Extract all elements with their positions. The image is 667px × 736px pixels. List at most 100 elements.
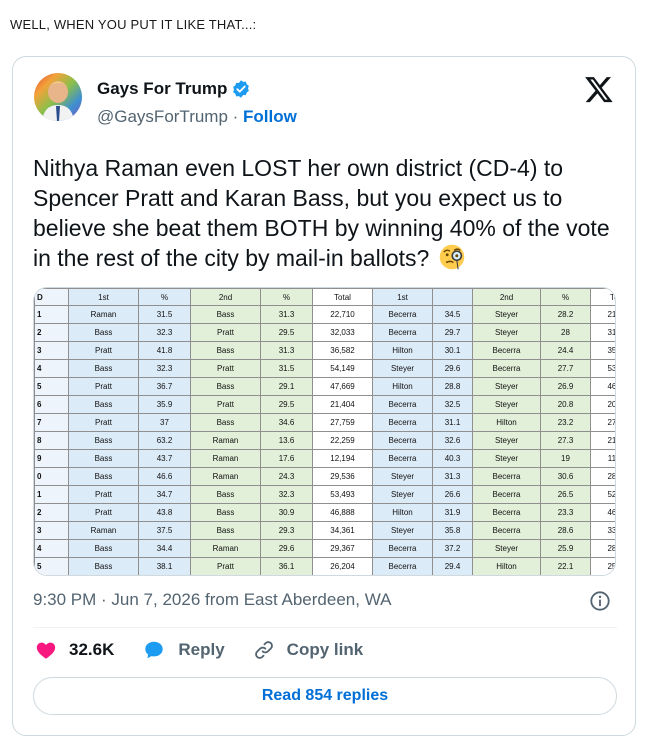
- table-cell: Steyer: [472, 377, 541, 396]
- table-cell: Bass: [68, 449, 139, 468]
- table-header-cell: 2nd: [190, 288, 261, 306]
- table-row: 9 Bass 43.7 Raman 17.6 12,194 Becerra 40.3 Steye…: [34, 449, 615, 468]
- author-name-row[interactable]: Gays For Trump: [97, 79, 251, 99]
- table-cell: Becerra: [372, 557, 433, 575]
- table-cell: 30.9: [260, 503, 313, 522]
- table-cell: Steyer: [472, 539, 541, 558]
- table-cell: Hilton: [472, 557, 541, 575]
- table-cell: 11,59: [590, 449, 615, 468]
- table-cell: 25,67: [590, 557, 615, 575]
- table-cell: Becerra: [472, 359, 541, 378]
- reply-button[interactable]: Reply: [142, 639, 225, 661]
- table-cell: Becerra: [372, 305, 433, 324]
- table-cell: 36.1: [260, 557, 313, 575]
- table-cell: Becerra: [472, 467, 541, 486]
- table-cell: 26.5: [540, 485, 591, 504]
- embedded-tweet-card[interactable]: Gays For Trump @GaysForTrump · Follow Ni…: [12, 56, 636, 736]
- divider: [33, 627, 617, 628]
- table-cell: Raman: [68, 305, 139, 324]
- table-cell: 53,493: [312, 485, 373, 504]
- table-cell: 2: [34, 503, 69, 522]
- table-cell: Bass: [190, 503, 261, 522]
- table-cell: 27,759: [312, 413, 373, 432]
- table-cell: 54,149: [312, 359, 373, 378]
- table-header-cell: 2nd: [472, 288, 541, 306]
- table-cell: Raman: [190, 467, 261, 486]
- table-cell: Raman: [68, 521, 139, 540]
- table-cell: 38.1: [138, 557, 191, 575]
- table-cell: 27.7: [540, 359, 591, 378]
- table-cell: 17.6: [260, 449, 313, 468]
- table-cell: Steyer: [372, 359, 433, 378]
- table-cell: 29.5: [260, 323, 313, 342]
- copy-link-button[interactable]: Copy link: [253, 639, 363, 661]
- read-replies-button[interactable]: Read 854 replies: [33, 677, 617, 715]
- table-row: 6 Bass 35.9 Pratt 29.5 21,404 Becerra 32.5 Steye…: [34, 395, 615, 414]
- table-cell: 29.3: [260, 521, 313, 540]
- table-cell: 29,367: [312, 539, 373, 558]
- table-cell: 20,87: [590, 395, 615, 414]
- table-cell: Hilton: [372, 503, 433, 522]
- table-cell: Hilton: [472, 413, 541, 432]
- follow-button[interactable]: Follow: [243, 107, 297, 126]
- table-cell: Bass: [68, 323, 139, 342]
- like-button[interactable]: 32.6K: [35, 639, 114, 661]
- table-cell: Becerra: [372, 323, 433, 342]
- table-cell: 35.9: [138, 395, 191, 414]
- table-cell: 23.3: [540, 503, 591, 522]
- table-cell: 37.5: [138, 521, 191, 540]
- table-cell: 46.6: [138, 467, 191, 486]
- table-cell: 22,710: [312, 305, 373, 324]
- avatar[interactable]: [34, 73, 82, 121]
- table-cell: 13.6: [260, 431, 313, 450]
- table-cell: 46,34: [590, 503, 615, 522]
- table-cell: 21,404: [312, 395, 373, 414]
- table-row: 1 Raman 31.5 Bass 31.3 22,710 Becerra 34.5 Steye…: [34, 305, 615, 324]
- table-cell: 47,669: [312, 377, 373, 396]
- table-cell: 31.1: [432, 413, 473, 432]
- table-screenshot-image[interactable]: D1st%2nd%Total1st2nd%Tota1Raman31.5Bass3…: [33, 287, 616, 576]
- table-row: 3 Pratt 41.8 Bass 31.3 36,582 Hilton 30.1 Becerr…: [34, 341, 615, 360]
- table-cell: Pratt: [68, 413, 139, 432]
- table-cell: 23.2: [540, 413, 591, 432]
- author-handle[interactable]: @GaysForTrump: [97, 107, 228, 126]
- table-cell: 28.8: [432, 377, 473, 396]
- table-header-cell: %: [260, 288, 313, 306]
- table-row: 3 Raman 37.5 Bass 29.3 34,361 Steyer 35.8 Becerr…: [34, 521, 615, 540]
- table-cell: Becerra: [372, 539, 433, 558]
- table-cell: 34.4: [138, 539, 191, 558]
- table-cell: 2: [34, 323, 69, 342]
- table-cell: Raman: [190, 539, 261, 558]
- tweet-text: Nithya Raman even LOST her own district …: [33, 153, 623, 273]
- table-row: 4 Bass 32.3 Pratt 31.5 54,149 Steyer 29.6 Becerr…: [34, 359, 615, 378]
- tweet-timestamp[interactable]: 9:30 PM · Jun 7, 2026 from East Aberdeen…: [33, 590, 391, 610]
- table-header-cell: Total: [312, 288, 373, 306]
- table-cell: Steyer: [472, 305, 541, 324]
- table-cell: Steyer: [472, 449, 541, 468]
- table-cell: Becerra: [372, 449, 433, 468]
- table-cell: 30.1: [432, 341, 473, 360]
- table-cell: Bass: [68, 431, 139, 450]
- info-icon[interactable]: [589, 590, 611, 612]
- table-cell: Hilton: [372, 377, 433, 396]
- table-header-row: D1st%2nd%Total1st2nd%Tota: [34, 288, 615, 306]
- table-cell: 36,582: [312, 341, 373, 360]
- table-row: 8 Bass 63.2 Raman 13.6 22,259 Becerra 32.6 Steye…: [34, 431, 615, 450]
- table-cell: 53,14: [590, 359, 615, 378]
- table-cell: 19: [540, 449, 591, 468]
- post-caption: WELL, WHEN YOU PUT IT LIKE THAT...:: [10, 17, 257, 32]
- author-display-name[interactable]: Gays For Trump: [97, 79, 227, 99]
- table-cell: Bass: [68, 557, 139, 575]
- table-cell: 34.6: [260, 413, 313, 432]
- table-cell: 27.3: [540, 431, 591, 450]
- speech-bubble-icon: [145, 641, 164, 659]
- x-logo-icon[interactable]: [584, 74, 614, 104]
- table-cell: Pratt: [190, 557, 261, 575]
- table-cell: 35,75: [590, 341, 615, 360]
- table-cell: Steyer: [472, 323, 541, 342]
- table-cell: Becerra: [472, 485, 541, 504]
- table-cell: 21,02: [590, 431, 615, 450]
- table-cell: 26.9: [540, 377, 591, 396]
- table-header-cell: %: [540, 288, 591, 306]
- table-header-cell: %: [138, 288, 191, 306]
